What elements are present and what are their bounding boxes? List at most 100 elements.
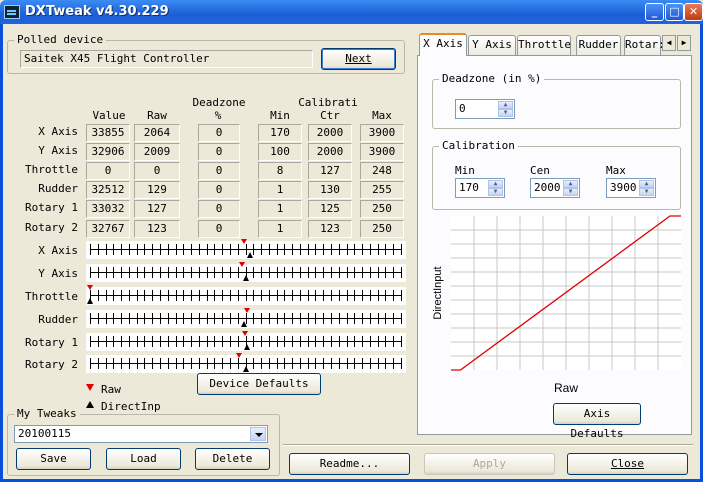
slider-tick — [207, 267, 208, 278]
axis-defaults-button[interactable]: Axis Defaults — [553, 403, 641, 440]
slider-tick — [207, 358, 208, 369]
header-max: Max — [372, 109, 392, 122]
tab-rudder[interactable]: Rudder — [576, 35, 621, 55]
slider-tick — [292, 313, 293, 324]
tab-scroll-right-icon[interactable]: ▶ — [677, 35, 691, 51]
readme-button[interactable]: Readme... — [289, 453, 410, 475]
spin-up-icon[interactable]: ▲ — [498, 101, 513, 109]
slider-tick — [144, 336, 145, 347]
slider-tick — [168, 358, 169, 369]
table-cell-ctr: 130 — [308, 181, 352, 199]
slider-tick — [183, 336, 184, 347]
tweaks-combobox[interactable]: 20100115 — [14, 425, 268, 443]
table-cell-max: 3900 — [360, 124, 404, 142]
slider-tick — [238, 244, 239, 255]
slider-tick — [277, 336, 278, 347]
spin-up-icon[interactable]: ▲ — [488, 180, 503, 188]
slider-tick — [393, 358, 394, 369]
slider-tick — [137, 290, 138, 301]
slider-tick — [378, 267, 379, 278]
slider-tick — [253, 336, 254, 347]
tab-scroll-left-icon[interactable]: ◀ — [662, 35, 676, 51]
raw-legend-label: Raw — [101, 383, 121, 396]
device-defaults-button[interactable]: Device Defaults — [197, 373, 321, 395]
spin-down-icon[interactable]: ▼ — [498, 109, 513, 117]
slider-tick — [331, 336, 332, 347]
axis-row-label: Throttle — [25, 163, 78, 176]
table-cell-raw: 2064 — [134, 124, 180, 142]
slider-tick — [300, 336, 301, 347]
tweaks-selected: 20100115 — [18, 427, 71, 440]
slider-tick — [269, 244, 270, 255]
slider-tick — [199, 290, 200, 301]
spin-down-icon[interactable]: ▼ — [563, 188, 578, 196]
slider-tick — [207, 313, 208, 324]
slider-tick — [339, 313, 340, 324]
slider-tick — [362, 244, 363, 255]
slider-tick — [90, 267, 91, 278]
axis-row-label: X Axis — [38, 125, 78, 138]
tab-x-axis[interactable]: X Axis — [419, 33, 467, 56]
spin-up-icon[interactable]: ▲ — [639, 180, 654, 188]
table-cell-max: 255 — [360, 181, 404, 199]
window-frame-left — [0, 24, 3, 482]
slider-tick — [308, 336, 309, 347]
slider-tick — [238, 358, 239, 369]
slider-tick — [160, 313, 161, 324]
slider-tick — [393, 267, 394, 278]
slider-tick — [168, 244, 169, 255]
slider-tick — [183, 358, 184, 369]
cen-value: 2000 — [534, 181, 561, 194]
next-device-button[interactable]: Next — [321, 48, 396, 70]
deadzone-value: 0 — [459, 102, 466, 115]
min-spinner[interactable]: 170 ▲ ▼ — [455, 178, 505, 198]
cen-spinner[interactable]: 2000 ▲ ▼ — [530, 178, 580, 198]
table-cell-value: 32906 — [86, 143, 130, 161]
slider-tick — [90, 313, 91, 324]
slider-tick — [362, 267, 363, 278]
tab-rotar[interactable]: Rotar: — [624, 35, 665, 55]
table-cell-value: 33855 — [86, 124, 130, 142]
slider-tick — [292, 267, 293, 278]
slider-tick — [214, 313, 215, 324]
save-tweak-button[interactable]: Save — [16, 448, 91, 470]
slider-tick — [354, 244, 355, 255]
tab-throttle[interactable]: Throttle — [517, 35, 571, 55]
slider-tick — [183, 244, 184, 255]
table-cell-ctr: 127 — [308, 162, 352, 180]
spin-up-icon[interactable]: ▲ — [563, 180, 578, 188]
close-button[interactable]: Close — [567, 453, 688, 475]
slider-tick — [284, 244, 285, 255]
axis-row-label: Rotary 2 — [25, 221, 78, 234]
spin-down-icon[interactable]: ▼ — [639, 188, 654, 196]
calibration-group-title: Calibration — [439, 139, 518, 152]
slider-tick — [137, 267, 138, 278]
slider-label: Rotary 2 — [25, 358, 78, 371]
slider-tick — [113, 244, 114, 255]
table-cell-dz: 0 — [198, 220, 240, 238]
slider-tick — [284, 336, 285, 347]
slider-tick — [129, 290, 130, 301]
deadzone-spinner[interactable]: 0 ▲ ▼ — [455, 99, 515, 119]
tab-y-axis[interactable]: Y Axis — [468, 35, 516, 55]
axis-slider — [86, 308, 406, 328]
slider-tick — [214, 244, 215, 255]
load-tweak-button[interactable]: Load — [106, 448, 181, 470]
slider-tick — [199, 313, 200, 324]
slider-tick — [121, 267, 122, 278]
raw-marker-icon — [244, 308, 251, 313]
apply-button[interactable]: Apply — [424, 453, 555, 475]
maximize-button[interactable]: □ — [665, 3, 684, 21]
table-cell-max: 250 — [360, 200, 404, 218]
max-spinner[interactable]: 3900 ▲ ▼ — [606, 178, 656, 198]
chevron-down-icon[interactable] — [250, 427, 266, 441]
raw-marker-icon — [87, 285, 93, 290]
slider-tick — [222, 358, 223, 369]
header-ctr: Ctr — [320, 109, 340, 122]
spin-down-icon[interactable]: ▼ — [488, 188, 503, 196]
close-window-button[interactable]: ✕ — [684, 3, 703, 21]
minimize-button[interactable]: _ — [645, 3, 664, 21]
slider-tick — [160, 336, 161, 347]
delete-tweak-button[interactable]: Delete — [195, 448, 270, 470]
title-bar[interactable]: DXTweak v4.30.229 _ □ ✕ — [0, 0, 703, 24]
